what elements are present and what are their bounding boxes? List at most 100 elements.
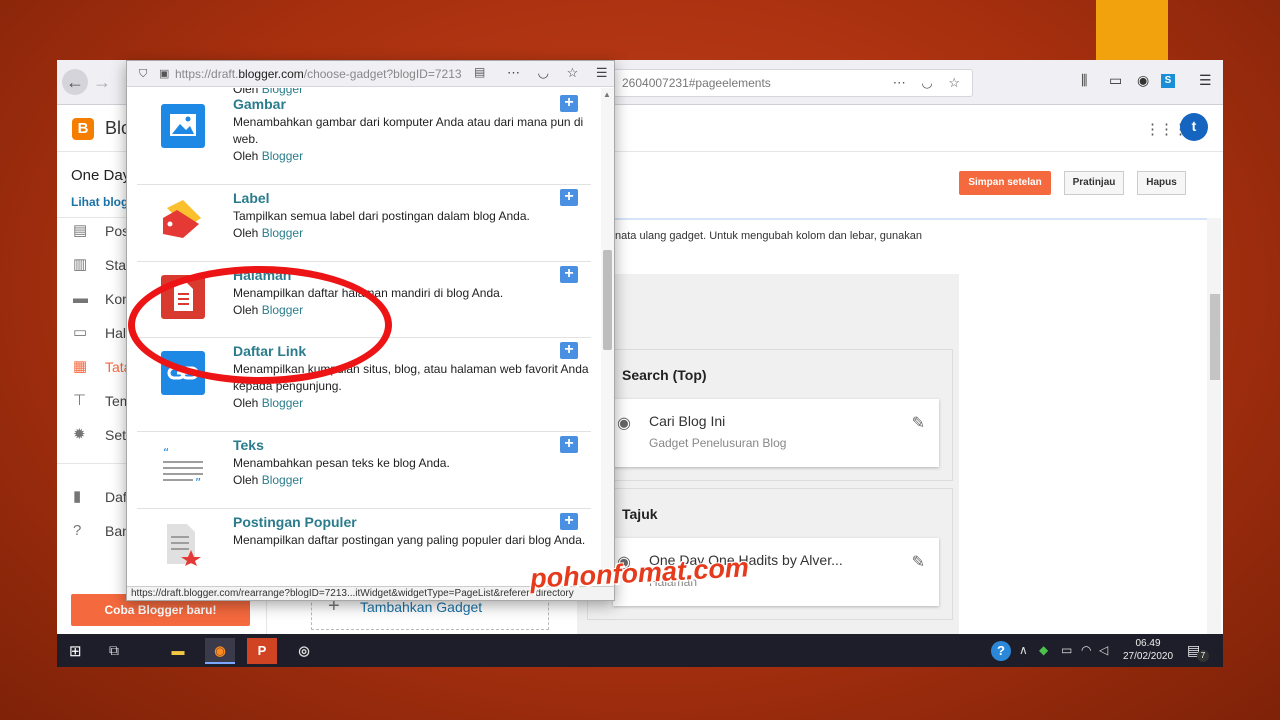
- add-gadget-plus-button[interactable]: +: [560, 342, 578, 359]
- save-button[interactable]: Simpan setelan: [959, 171, 1051, 195]
- tray-chevron-icon[interactable]: ∧: [1019, 643, 1028, 657]
- gadget-desc-text: Menambahkan gambar dari komputer Anda at…: [233, 115, 584, 146]
- label-tag-icon: [163, 200, 201, 238]
- gadget-name[interactable]: Postingan Populer: [233, 514, 357, 530]
- image-icon: [161, 104, 205, 148]
- notification-count: 7: [1197, 650, 1209, 662]
- gadget-by: Oleh Blogger: [233, 149, 303, 163]
- popup-scrollbar[interactable]: ▲: [601, 88, 614, 586]
- scrollbar-thumb[interactable]: [603, 250, 612, 350]
- slide-accent-square: [1096, 0, 1168, 60]
- layout-icon: ▦: [73, 358, 88, 375]
- gadget-description: Menambahkan pesan teks ke blog Anda. Ole…: [233, 455, 593, 489]
- popup-actions-icon[interactable]: ⋯ ◡ ☆ ☰: [507, 65, 614, 81]
- pencil-icon[interactable]: ✎: [912, 552, 925, 572]
- svg-text:”: ”: [195, 476, 201, 489]
- clock-time: 06.49: [1135, 638, 1161, 649]
- sidebar-icon[interactable]: ▭: [1109, 72, 1122, 89]
- gadget-by: Oleh Blogger: [233, 396, 303, 410]
- gadget-description: Tampilkan semua label dari postingan dal…: [233, 208, 593, 242]
- popup-url-prefix: https://draft.: [175, 67, 239, 81]
- gadget-item-gambar[interactable]: Gambar Menambahkan gambar dari komputer …: [137, 91, 591, 185]
- library-icon[interactable]: ⫼: [1081, 72, 1087, 89]
- add-gadget-plus-button[interactable]: +: [560, 95, 578, 112]
- firefox-icon[interactable]: ◉: [205, 638, 235, 664]
- forward-button[interactable]: →: [89, 69, 115, 95]
- clock[interactable]: 06.49 27/02/2020: [1123, 637, 1173, 663]
- windows-start-icon[interactable]: ⊞: [69, 642, 82, 660]
- gadget-description: Menampilkan daftar postingan yang paling…: [233, 532, 593, 549]
- volume-icon[interactable]: ◁: [1099, 643, 1108, 657]
- gadget-item-label[interactable]: Label Tampilkan semua label dari posting…: [137, 185, 591, 262]
- gadget-item-teks[interactable]: “ ” Teks Menambahkan pesan teks ke blog …: [137, 432, 591, 509]
- gadget-subtitle: Gadget Penelusuran Blog: [649, 436, 787, 450]
- recorder-icon[interactable]: ◎: [289, 638, 319, 664]
- add-gadget-label: Tambahkan Gadget: [360, 599, 483, 615]
- gadget-title: Cari Blog Ini: [649, 413, 726, 429]
- add-gadget-plus-button[interactable]: +: [560, 513, 578, 530]
- file-explorer-icon[interactable]: ▬: [163, 638, 193, 664]
- gadget-name[interactable]: Gambar: [233, 96, 286, 112]
- powerpoint-icon[interactable]: P: [247, 638, 277, 664]
- task-view-icon[interactable]: ⧉: [109, 642, 119, 659]
- windows-taskbar: ⊞ ⧉ ▬ ◉ P ◎ ? ∧ ◆ ▭ ◠ ◁ 06.49 27/02/2020…: [57, 634, 1223, 667]
- gadget-name[interactable]: Teks: [233, 437, 264, 453]
- view-blog-link[interactable]: Lihat blog: [71, 195, 128, 209]
- blog-name[interactable]: One Day: [71, 167, 130, 184]
- by-prefix: Oleh: [233, 226, 259, 240]
- help-icon[interactable]: ?: [991, 641, 1011, 661]
- menu-icon[interactable]: ☰: [1199, 72, 1212, 89]
- highlight-ellipse: [128, 266, 392, 384]
- settings-icon: ✹: [73, 426, 86, 443]
- popup-address-bar[interactable]: ⛉ ▣ https://draft.blogger.com/choose-gad…: [133, 63, 493, 85]
- add-gadget-plus-button[interactable]: +: [560, 436, 578, 453]
- section-title: Search (Top): [622, 367, 707, 383]
- preview-button[interactable]: Pratinjau: [1064, 171, 1124, 195]
- address-bar[interactable]: 2604007231#pageelements ⋯ ◡ ☆: [613, 69, 973, 97]
- blogger-logo-icon[interactable]: B: [72, 118, 94, 140]
- stats-icon: ▥: [73, 256, 88, 273]
- gadget-item-postingan-populer[interactable]: Postingan Populer Menampilkan daftar pos…: [137, 509, 591, 586]
- pencil-icon[interactable]: ✎: [912, 413, 925, 433]
- scrollbar-thumb[interactable]: [1210, 294, 1220, 380]
- popup-url-host: blogger.com: [238, 67, 304, 81]
- by-prefix: Oleh: [233, 396, 259, 410]
- back-button[interactable]: ←: [62, 69, 88, 95]
- add-gadget-plus-button[interactable]: +: [560, 266, 578, 283]
- reader-view-icon[interactable]: ▤: [474, 65, 485, 79]
- by-link[interactable]: Blogger: [262, 149, 303, 163]
- wifi-icon[interactable]: ◠: [1081, 643, 1091, 657]
- by-link[interactable]: Blogger: [262, 226, 303, 240]
- account-icon[interactable]: ◉: [1137, 72, 1149, 89]
- text-quote-icon: “ ”: [163, 446, 203, 489]
- layout-instruction-text: nata ulang gadget. Untuk mengubah kolom …: [615, 230, 923, 242]
- shield-icon: ⛉: [139, 68, 148, 80]
- by-prefix: Oleh: [233, 473, 259, 487]
- by-link[interactable]: Blogger: [262, 473, 303, 487]
- by-link[interactable]: Blogger: [262, 396, 303, 410]
- scroll-up-icon[interactable]: ▲: [603, 90, 611, 99]
- avatar[interactable]: t: [1180, 113, 1208, 141]
- theme-icon: ⊤: [73, 392, 87, 409]
- gadget-by: Oleh Blogger: [233, 226, 303, 240]
- eye-icon[interactable]: ◉: [617, 413, 631, 433]
- gadget-card[interactable]: ◉ Cari Blog Ini Gadget Penelusuran Blog …: [613, 399, 939, 467]
- battery-icon[interactable]: ▭: [1061, 643, 1072, 657]
- section-title: Tajuk: [622, 506, 658, 522]
- pages-icon: ▭: [73, 324, 88, 341]
- comments-icon: ▬: [73, 290, 88, 307]
- add-gadget-plus-button[interactable]: +: [560, 189, 578, 206]
- delete-button[interactable]: Hapus: [1137, 171, 1186, 195]
- main-scrollbar[interactable]: [1207, 218, 1221, 638]
- gadget-name[interactable]: Label: [233, 190, 270, 206]
- help-icon: ?: [73, 522, 82, 539]
- sidebar-item-label: Hal: [105, 325, 127, 341]
- reading-list-icon: ▮: [73, 488, 82, 505]
- clock-date: 27/02/2020: [1123, 651, 1174, 662]
- svg-text:“: “: [163, 446, 169, 460]
- address-text: 2604007231#pageelements: [622, 76, 771, 90]
- address-actions-icon[interactable]: ⋯ ◡ ☆: [893, 70, 966, 96]
- tray-app-icon[interactable]: ◆: [1039, 643, 1048, 657]
- popup-url-rest: /choose-gadget?blogID=7213: [303, 67, 462, 81]
- extension-icon[interactable]: S: [1161, 74, 1175, 88]
